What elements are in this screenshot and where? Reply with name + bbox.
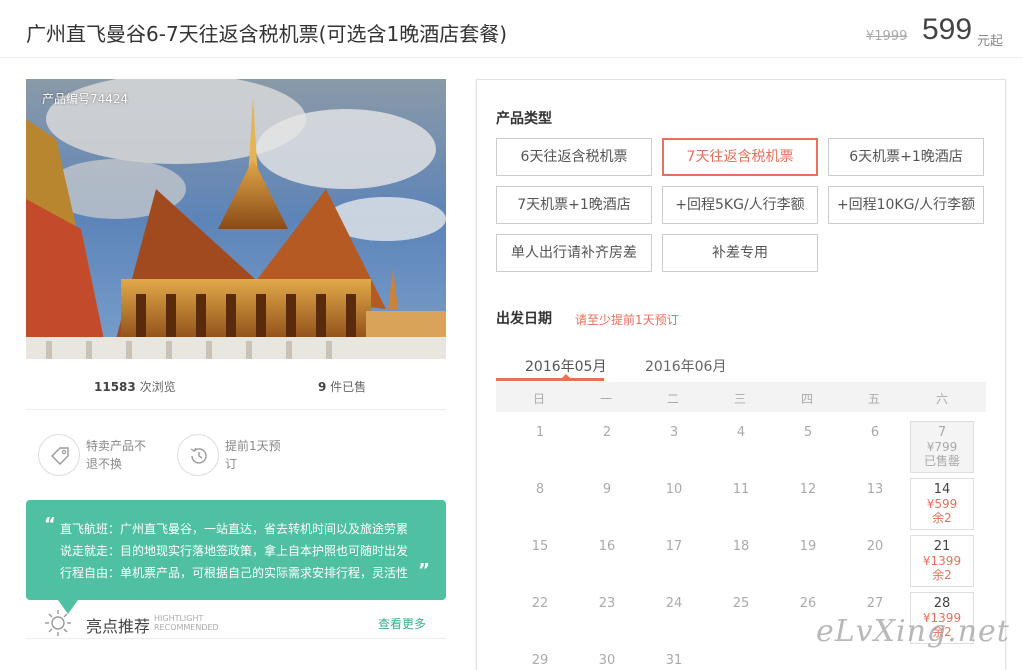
calendar-day: 31 — [665, 653, 683, 668]
price-unit: 元起 — [977, 34, 1004, 49]
calendar-day: 19 — [799, 539, 817, 554]
month-tab-june[interactable]: 2016年06月 — [645, 356, 726, 376]
calendar-day-available[interactable]: 14 ¥599 余2 — [910, 478, 974, 530]
product-option[interactable]: 单人出行请补齐房差 — [496, 234, 652, 272]
day-price: ¥1399 — [922, 554, 962, 568]
highlight-title: 亮点推荐 — [86, 617, 151, 636]
quote-close-icon: ” — [418, 560, 430, 581]
booking-hint: 请至少提前1天预订 — [575, 313, 679, 327]
highlight-en-line1: HIGHTLIGHT — [154, 614, 204, 623]
clock-history-icon — [177, 434, 219, 476]
product-option[interactable]: +回程10KG/人行李额 — [828, 186, 984, 224]
calendar-day: 15 — [531, 539, 549, 554]
product-header: 广州直飞曼谷6-7天往返含税机票(可选含1晚酒店套餐) ¥1999 599 元起 — [0, 0, 1023, 58]
original-price: ¥1999 — [866, 29, 908, 44]
day-number: 21 — [933, 539, 951, 554]
highlight-subtitle: HIGHTLIGHT RECOMMENDED — [154, 614, 219, 632]
day-number: 14 — [933, 482, 951, 497]
views-stat: 11583 次浏览 — [94, 378, 176, 395]
calendar-day: 13 — [866, 482, 884, 497]
day-remaining: 余2 — [932, 568, 952, 582]
calendar-day: 2 — [602, 425, 612, 440]
calendar-day: 20 — [866, 539, 884, 554]
product-option[interactable]: 7天机票+1晚酒店 — [496, 186, 652, 224]
calendar-day-sold-out: 7 ¥799 已售罄 — [910, 421, 974, 473]
product-option-selected[interactable]: 7天往返含税机票 — [662, 138, 818, 176]
tag-icon — [38, 434, 80, 476]
calendar-day: 27 — [866, 596, 884, 611]
day-number: 28 — [933, 596, 951, 611]
product-type-title: 产品类型 — [496, 111, 552, 127]
sold-label: 件已售 — [326, 380, 367, 394]
calendar-day: 17 — [665, 539, 683, 554]
calendar-day: 18 — [732, 539, 750, 554]
highlight-en-line2: RECOMMENDED — [154, 623, 219, 632]
calendar-day: 1 — [535, 425, 545, 440]
calendar-day: 5 — [803, 425, 813, 440]
weekday-label: 六 — [935, 392, 948, 406]
calendar-day: 22 — [531, 596, 549, 611]
sold-stat: 9 件已售 — [318, 378, 366, 395]
calendar-day: 26 — [799, 596, 817, 611]
calendar-day: 23 — [598, 596, 616, 611]
departure-date-title: 出发日期 — [496, 311, 552, 327]
calendar-day: 8 — [535, 482, 545, 497]
weekday-label: 日 — [532, 392, 545, 406]
weekday-label: 三 — [733, 392, 746, 406]
views-count: 11583 — [94, 380, 136, 394]
booking-panel: 产品类型 6天往返含税机票 7天往返含税机票 6天机票+1晚酒店 7天机票+1晚… — [476, 79, 1006, 670]
product-option[interactable]: 补差专用 — [662, 234, 818, 272]
calendar-day: 29 — [531, 653, 549, 668]
weekday-label: 二 — [666, 392, 679, 406]
quote-line: 说走就走：目的地现实行落地签政策，拿上自本护照也可随时出发 — [60, 544, 409, 558]
site-watermark: eLvXing.net — [816, 614, 1010, 649]
views-label: 次浏览 — [135, 380, 176, 394]
calendar-day: 9 — [602, 482, 612, 497]
quote-open-icon: “ — [44, 514, 56, 535]
active-month-caret — [561, 374, 571, 379]
highlight-quote: “ 直飞航班：广州直飞曼谷，一站直达，省去转机时间以及旅途劳累 说走就走：目的地… — [26, 500, 446, 600]
feature-text: 特卖产品不退不换 — [86, 439, 147, 471]
current-price: 599 — [922, 13, 973, 46]
calendar-day: 3 — [669, 425, 679, 440]
product-option[interactable]: 6天机票+1晚酒店 — [828, 138, 984, 176]
day-number: 7 — [937, 425, 947, 440]
calendar-day-available[interactable]: 21 ¥1399 余2 — [910, 535, 974, 587]
sun-icon — [44, 609, 72, 641]
product-option[interactable]: +回程5KG/人行李额 — [662, 186, 818, 224]
view-more-link[interactable]: 查看更多 — [378, 615, 426, 632]
quote-line: 直飞航班：广州直飞曼谷，一站直达，省去转机时间以及旅途劳累 — [60, 522, 409, 536]
weekday-label: 一 — [599, 392, 612, 406]
product-photo: 产品编号74424 — [26, 79, 446, 359]
calendar-day: 10 — [665, 482, 683, 497]
product-title: 广州直飞曼谷6-7天往返含税机票(可选含1晚酒店套餐) — [26, 22, 507, 46]
calendar-day: 12 — [799, 482, 817, 497]
weekday-label: 五 — [867, 392, 880, 406]
calendar-day: 25 — [732, 596, 750, 611]
day-status: 已售罄 — [923, 454, 960, 468]
day-price: ¥599 — [926, 497, 958, 511]
active-month-underline — [496, 378, 604, 381]
day-price: ¥799 — [926, 440, 958, 454]
calendar-day: 6 — [870, 425, 880, 440]
calendar-day: 30 — [598, 653, 616, 668]
temple-photo-illustration — [26, 79, 446, 359]
day-remaining: 余2 — [932, 511, 952, 525]
weekday-header: 日 一 二 三 四 五 六 — [496, 382, 986, 412]
product-stats: 11583 次浏览 9 件已售 — [26, 372, 446, 410]
highlight-bar: 亮点推荐 HIGHTLIGHT RECOMMENDED 查看更多 — [26, 605, 446, 639]
product-option[interactable]: 6天往返含税机票 — [496, 138, 652, 176]
calendar-day: 11 — [732, 482, 750, 497]
calendar-day: 4 — [736, 425, 746, 440]
calendar-day: 16 — [598, 539, 616, 554]
feature-text: 提前1天预订 — [225, 439, 281, 471]
product-code: 产品编号74424 — [42, 92, 129, 106]
calendar-day: 24 — [665, 596, 683, 611]
quote-line: 行程自由：单机票产品，可根据自己的实际需求安排行程，灵活性 — [60, 566, 409, 580]
month-tab-may[interactable]: 2016年05月 — [525, 356, 606, 376]
weekday-label: 四 — [800, 392, 813, 406]
